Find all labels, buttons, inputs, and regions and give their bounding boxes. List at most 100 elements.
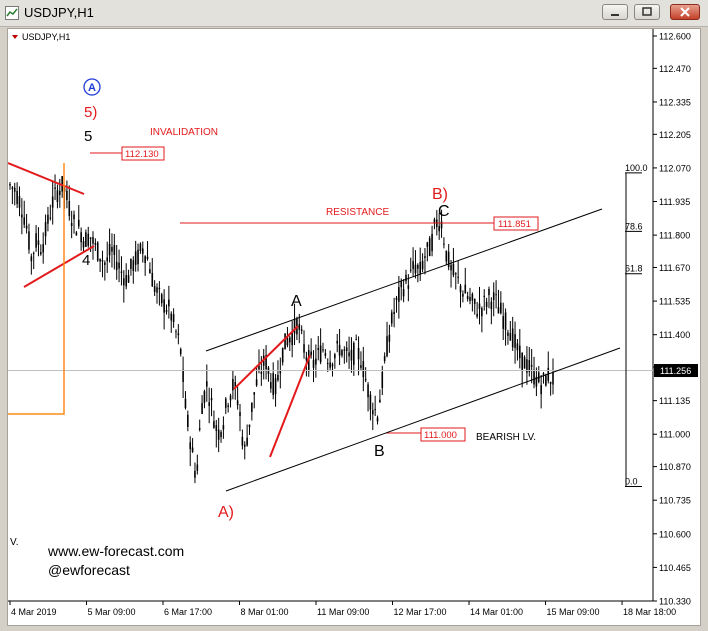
candle-body — [44, 222, 47, 237]
candle-body — [393, 311, 395, 314]
candle-body — [298, 324, 301, 330]
candle-body — [288, 337, 291, 343]
candle-body — [194, 470, 196, 478]
candle-body — [549, 381, 552, 384]
candle-body — [502, 316, 505, 329]
candle-body — [215, 425, 218, 431]
candle-body — [305, 357, 308, 361]
candle-body — [310, 351, 312, 356]
candle-body — [303, 344, 305, 353]
candle-body — [213, 421, 215, 428]
candle-body — [284, 333, 286, 350]
candle-body — [120, 271, 123, 273]
y-tick-label: 111.535 — [659, 297, 690, 307]
minimize-button[interactable] — [602, 4, 628, 20]
candle-body — [381, 371, 384, 389]
candle-body — [360, 365, 362, 368]
candle-body — [331, 364, 334, 367]
candle-body — [322, 349, 324, 351]
candle-body — [118, 262, 120, 269]
candle-body — [198, 428, 201, 430]
candle-body — [137, 249, 139, 265]
candle-body — [514, 334, 516, 348]
candle-body — [172, 314, 175, 322]
candle-body — [405, 274, 407, 282]
x-tick-label: 12 Mar 17:00 — [394, 607, 447, 617]
candle-body — [25, 225, 28, 229]
watermark-site: www.ew-forecast.com — [47, 543, 184, 559]
candle-body — [443, 243, 445, 245]
close-button[interactable] — [670, 4, 700, 20]
candle-body — [509, 333, 512, 341]
chart-window: USDJPY,H1 USDJPY,H1 112.600 112.470 112.33… — [0, 0, 708, 631]
candle-body — [272, 373, 275, 395]
candle-body — [77, 219, 80, 227]
candle-body — [424, 256, 426, 258]
candle-body — [66, 190, 68, 201]
candle-body — [168, 299, 170, 307]
corner-v-text: V. — [10, 537, 19, 548]
candle-body — [350, 349, 353, 361]
candle-body — [357, 347, 360, 360]
candle-body — [248, 424, 251, 428]
x-tick-label: 5 Mar 09:00 — [88, 607, 136, 617]
fib-level-label: 61.8 — [625, 264, 643, 274]
y-tick-label: 111.000 — [659, 430, 690, 440]
candle-body — [511, 328, 514, 348]
candle-body — [253, 392, 256, 395]
restore-button[interactable] — [634, 4, 660, 20]
candle-body — [376, 417, 379, 422]
candles-layer — [9, 174, 554, 484]
candle-body — [99, 258, 101, 262]
candle-body — [115, 261, 118, 271]
candle-body — [530, 365, 533, 367]
level-label-111851: 111.851 — [498, 219, 531, 230]
y-axis: 112.600 112.470 112.335 112.205 112.070 111.9… — [653, 32, 691, 607]
candle-body — [170, 313, 173, 321]
candle-body — [485, 301, 488, 307]
price-chart[interactable]: USDJPY,H1 112.600112.470112.335112.20511… — [7, 29, 700, 625]
candle-body — [189, 442, 192, 450]
dropdown-triangle-icon[interactable] — [12, 35, 18, 39]
candle-body — [428, 238, 431, 256]
wave-label-4: 4 — [82, 252, 90, 269]
candle-body — [523, 357, 526, 369]
candle-body — [519, 345, 521, 359]
candle-body — [367, 384, 369, 398]
candle-body — [504, 312, 507, 330]
candle-body — [11, 187, 14, 189]
chart-area[interactable]: USDJPY,H1 112.600 112.470 112.335 112.205 11… — [7, 28, 701, 626]
candle-body — [329, 362, 331, 368]
bearish-text: BEARISH LV. — [476, 432, 536, 443]
candle-body — [521, 352, 523, 372]
candle-body — [452, 263, 455, 276]
candle-body — [414, 264, 417, 274]
x-tick-label: 11 Mar 09:00 — [317, 607, 369, 617]
window-titlebar[interactable]: USDJPY,H1 — [0, 0, 708, 27]
candle-body — [426, 242, 429, 247]
y-tick-label: 112.070 — [659, 163, 691, 173]
fib-level-label: 100.0 — [625, 163, 648, 173]
candle-body — [334, 354, 336, 359]
candle-body — [187, 414, 189, 427]
candle-body — [300, 329, 303, 332]
candle-body — [134, 251, 137, 265]
candle-body — [402, 289, 405, 297]
candle-body — [158, 287, 161, 290]
candle-body — [49, 217, 52, 219]
candle-body — [37, 240, 40, 245]
candle-body — [277, 374, 279, 381]
x-axis: 4 Mar 2019 5 Mar 09:00 6 Mar 17:00 8 Mar 01… — [9, 601, 676, 617]
resistance-text: RESISTANCE — [326, 207, 389, 218]
candle-body — [206, 381, 208, 387]
candle-body — [395, 297, 398, 300]
candle-body — [417, 264, 419, 269]
candle-body — [274, 378, 277, 395]
candle-body — [179, 349, 182, 355]
candle-body — [56, 190, 59, 203]
candle-body — [281, 347, 284, 363]
candle-body — [445, 250, 448, 262]
candle-body — [552, 372, 554, 385]
candle-body — [516, 343, 519, 351]
candle-body — [462, 293, 464, 297]
